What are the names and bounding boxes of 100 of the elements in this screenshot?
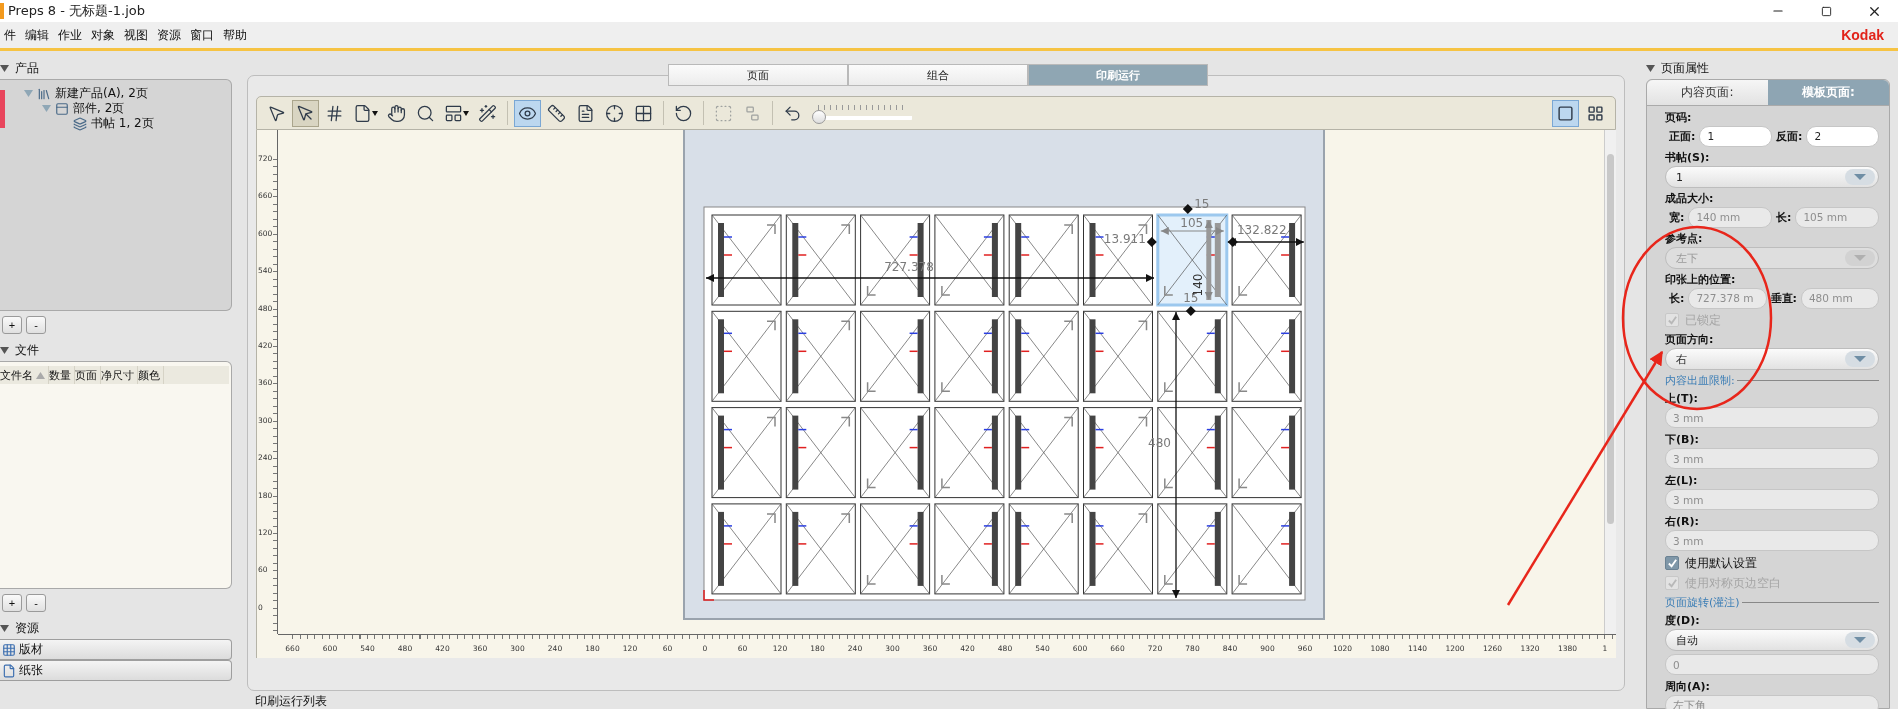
table-button[interactable]: + xyxy=(2,594,22,612)
page-thumbnail[interactable] xyxy=(860,407,931,499)
field-label: 书帖(S): xyxy=(1665,150,1710,164)
page-thumbnail[interactable] xyxy=(934,503,1005,595)
text-field[interactable]: 2 xyxy=(1806,125,1879,147)
page-thumbnail[interactable] xyxy=(860,503,931,595)
menu-item[interactable]: 对象 xyxy=(87,26,120,44)
slider-thumb[interactable] xyxy=(812,110,826,124)
collapse-icon[interactable] xyxy=(0,623,9,633)
app-icon xyxy=(0,3,4,19)
page-thumbnail[interactable] xyxy=(1231,503,1302,595)
field-label: 页面方向: xyxy=(1665,332,1714,346)
checkbox[interactable] xyxy=(1665,556,1679,570)
resize-handle[interactable] xyxy=(1146,237,1157,247)
page-thumbnail[interactable] xyxy=(860,214,931,306)
column-header[interactable]: 页面 xyxy=(75,366,101,384)
page-thumbnail[interactable] xyxy=(711,407,782,499)
page-thumbnail[interactable] xyxy=(860,310,931,402)
resize-handle[interactable] xyxy=(1227,237,1238,247)
column-header[interactable]: 净尺寸 xyxy=(101,366,138,384)
page-thumbnail[interactable] xyxy=(1008,503,1079,595)
collapse-icon[interactable] xyxy=(0,63,9,73)
page-thumbnail[interactable] xyxy=(934,310,1005,402)
scrollbar[interactable] xyxy=(1604,130,1616,634)
arrow-icon xyxy=(267,103,286,123)
grid-icon xyxy=(1587,104,1604,122)
menu-item[interactable]: 资源 xyxy=(153,26,186,44)
caret-icon xyxy=(463,110,469,116)
collapse-icon[interactable] xyxy=(1646,63,1655,73)
page-thumbnail[interactable] xyxy=(1231,310,1302,402)
caret-icon xyxy=(372,110,378,116)
tool-button[interactable] xyxy=(514,99,541,127)
dashed-square-icon xyxy=(714,103,733,123)
page-thumbnail[interactable] xyxy=(785,310,856,402)
field-label: 反面: xyxy=(1776,128,1803,144)
view-tab[interactable]: 组合 xyxy=(848,64,1028,86)
page-thumbnail[interactable] xyxy=(1231,407,1302,499)
panel-tab[interactable]: 内容页面: xyxy=(1647,80,1768,106)
section-title: 印刷运行列表 xyxy=(255,694,327,708)
page-thumbnail[interactable] xyxy=(1231,214,1302,306)
dropdown[interactable]: 右 xyxy=(1665,348,1879,370)
page-thumbnail[interactable] xyxy=(1008,214,1079,306)
scroll-thumb[interactable] xyxy=(1607,154,1614,524)
layout-button[interactable] xyxy=(1552,99,1579,127)
field-label: 下(B): xyxy=(1665,432,1699,446)
grid-icon xyxy=(634,103,653,123)
origin-mark xyxy=(703,589,715,601)
page-thumbnail[interactable] xyxy=(934,214,1005,306)
collapse-icon[interactable] xyxy=(0,345,9,355)
tree-button[interactable]: - xyxy=(26,316,46,334)
tool-button[interactable] xyxy=(292,99,319,127)
resource-item[interactable]: 版材 xyxy=(0,639,232,660)
dropdown[interactable]: 1 xyxy=(1665,166,1879,188)
caret-icon xyxy=(1845,632,1875,648)
menu-item[interactable]: 视图 xyxy=(120,26,153,44)
resource-item[interactable]: 纸张 xyxy=(0,660,232,681)
column-header[interactable]: 数量 xyxy=(49,366,75,384)
column-header[interactable]: 文件名 xyxy=(0,366,49,384)
page-thumbnail[interactable] xyxy=(934,407,1005,499)
checkbox-label: 使用默认设置 xyxy=(1685,554,1757,572)
menu-item[interactable]: 件 xyxy=(0,26,21,44)
hash-icon xyxy=(325,103,344,123)
page-thumbnail[interactable] xyxy=(1083,214,1153,306)
text-field[interactable]: 1 xyxy=(1699,125,1772,147)
tree-item[interactable]: 部件, 2页 xyxy=(73,100,125,117)
field-label: 长: xyxy=(1776,209,1792,225)
section-title: 内容出血限制: xyxy=(1665,372,1735,388)
page-thumbnail[interactable] xyxy=(785,503,856,595)
table-button[interactable]: - xyxy=(26,594,46,612)
menu-item[interactable]: 帮助 xyxy=(219,26,252,44)
rotate-icon xyxy=(674,103,693,123)
caret-icon xyxy=(1845,169,1875,185)
page-thumbnail[interactable] xyxy=(711,214,782,306)
caret-icon xyxy=(1845,250,1875,266)
menu-item[interactable]: 窗口 xyxy=(186,26,219,44)
page-thumbnail[interactable] xyxy=(785,407,856,499)
page-thumbnail[interactable] xyxy=(1157,503,1228,595)
check-icon xyxy=(1666,557,1678,569)
page-thumbnail[interactable] xyxy=(785,214,856,306)
menu-item[interactable]: 编辑 xyxy=(21,26,54,44)
tree-item[interactable]: 新建产品(A), 2页 xyxy=(55,85,148,102)
field-label: 印张上的位置: xyxy=(1665,272,1736,286)
column-header[interactable]: 颜色 xyxy=(138,366,164,384)
page-thumbnail[interactable] xyxy=(1008,407,1079,499)
wand-icon xyxy=(478,103,497,123)
field-label: 成品大小: xyxy=(1665,191,1714,205)
menu-item[interactable]: 作业 xyxy=(54,26,87,44)
page-thumbnail[interactable] xyxy=(711,310,782,402)
page-thumbnail[interactable] xyxy=(1008,310,1079,402)
page-thumbnail[interactable] xyxy=(1083,503,1153,595)
view-tab[interactable]: 页面 xyxy=(668,64,848,86)
dimension-label: 15 xyxy=(1194,197,1210,211)
page-thumbnail[interactable] xyxy=(711,503,782,595)
tree-button[interactable]: + xyxy=(2,316,22,334)
page-thumbnail[interactable] xyxy=(1157,310,1228,402)
page-thumbnail[interactable] xyxy=(1083,310,1153,402)
dropdown[interactable]: 自动 xyxy=(1665,629,1879,651)
field-label: 周向(A): xyxy=(1665,679,1710,693)
page-thumbnail[interactable] xyxy=(1156,213,1229,307)
tree-item[interactable]: 书帖 1, 2页 xyxy=(91,115,154,132)
